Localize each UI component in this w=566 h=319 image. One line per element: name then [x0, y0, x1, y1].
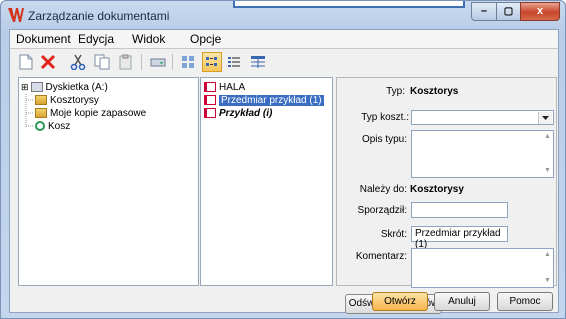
large-icons-view-icon[interactable] [178, 52, 198, 72]
folder-tree[interactable]: ⊞ Dyskietka (A:) Kosztorysy Moje kopie z… [18, 77, 199, 286]
open-button[interactable]: Otwórz [372, 292, 428, 311]
toolbar-separator [141, 54, 142, 70]
small-icons-view-icon[interactable] [202, 52, 222, 72]
komentarz-field[interactable]: ▲ ▼ [411, 248, 554, 288]
opis-field[interactable]: ▲ ▼ [411, 130, 554, 178]
tree-item-label: Kosz [48, 120, 71, 132]
komentarz-label: Komentarz: [355, 251, 407, 262]
close-icon: x [536, 5, 544, 17]
file-list[interactable]: HALA Przedmiar przykład (1) Przykład (i) [200, 77, 333, 286]
details-view-icon[interactable] [248, 52, 268, 72]
nalezy-label: Należy do: [359, 184, 407, 195]
typ-label: Typ: [386, 86, 405, 97]
window-title: Zarządzanie dokumentami [28, 9, 170, 23]
maximize-button[interactable]: ▢ [496, 2, 521, 21]
tree-lines [25, 94, 33, 128]
minimize-button[interactable]: – [471, 2, 497, 21]
app-logo-icon [8, 8, 24, 22]
list-item[interactable]: Przykład (i) [204, 107, 272, 119]
scroll-down-icon[interactable]: ▼ [543, 167, 552, 175]
file-label: Przykład (i) [219, 107, 273, 119]
help-button[interactable]: Pomoc [497, 292, 553, 311]
chevron-down-icon[interactable] [538, 112, 552, 124]
scroll-up-icon[interactable]: ▲ [543, 133, 552, 141]
copy-icon[interactable] [92, 52, 112, 72]
toolbar [10, 49, 558, 75]
scroll-down-icon[interactable]: ▼ [543, 277, 552, 285]
minimize-icon: – [480, 5, 488, 17]
menu-opcje[interactable]: Opcje [190, 32, 221, 46]
skrot-field[interactable]: Przedmiar przykład (1) [411, 226, 508, 250]
delete-icon[interactable] [38, 52, 58, 72]
list-item[interactable]: HALA [204, 81, 245, 93]
document-icon [204, 82, 216, 92]
main-window: Zarządzanie dokumentami – ▢ x Dokument E… [0, 0, 566, 319]
opis-label: Opis typu: [361, 134, 407, 145]
skrot-label: Skrót: [380, 229, 407, 240]
menu-edycja[interactable]: Edycja [78, 32, 114, 46]
cancel-button[interactable]: Anuluj [434, 292, 490, 311]
tree-item-label: Moje kopie zapasowe [50, 107, 147, 119]
drive-icon[interactable] [148, 52, 168, 72]
title-bar[interactable]: Zarządzanie dokumentami – ▢ x [1, 1, 565, 29]
new-document-icon[interactable] [16, 52, 36, 72]
maximize-icon: ▢ [503, 6, 514, 17]
sporzadzil-field[interactable] [411, 202, 508, 218]
list-item-selected[interactable]: Przedmiar przykład (1) [204, 94, 324, 106]
sporzadzil-label: Sporządził: [357, 205, 407, 216]
cut-icon[interactable] [68, 52, 88, 72]
tree-item-kopie[interactable]: Moje kopie zapasowe [35, 107, 146, 119]
menu-bar: Dokument Edycja Widok Opcje [10, 30, 558, 49]
nalezy-value: Kosztorysy [410, 184, 464, 195]
dialog-client-area: Dokument Edycja Widok Opcje ⊞ Dyskietka … [9, 29, 559, 314]
menu-widok[interactable]: Widok [132, 32, 165, 46]
file-label: Przedmiar przykład (1) [219, 94, 324, 106]
file-label: HALA [219, 81, 246, 93]
typ-value: Kosztorys [410, 86, 459, 97]
skrot-value: Przedmiar przykład (1) [415, 228, 501, 250]
button-bar: Otwórz Anuluj Pomoc [10, 290, 558, 312]
paste-icon[interactable] [116, 52, 136, 72]
properties-panel: Typ: Kosztorys Typ koszt.: Opis typu: ▲ … [336, 77, 557, 314]
typ-koszt-label: Typ koszt.: [361, 112, 409, 123]
toolbar-separator [172, 54, 173, 70]
document-icon [204, 108, 216, 118]
document-icon [204, 95, 216, 105]
close-button[interactable]: x [520, 2, 560, 21]
scroll-up-icon[interactable]: ▲ [543, 251, 552, 259]
tree-item-label: Kosztorysy [50, 94, 99, 106]
tree-item-label: Dyskietka (A:) [45, 81, 108, 93]
menu-dokument[interactable]: Dokument [16, 32, 71, 46]
list-view-icon[interactable] [224, 52, 244, 72]
typ-koszt-select[interactable] [411, 110, 554, 125]
